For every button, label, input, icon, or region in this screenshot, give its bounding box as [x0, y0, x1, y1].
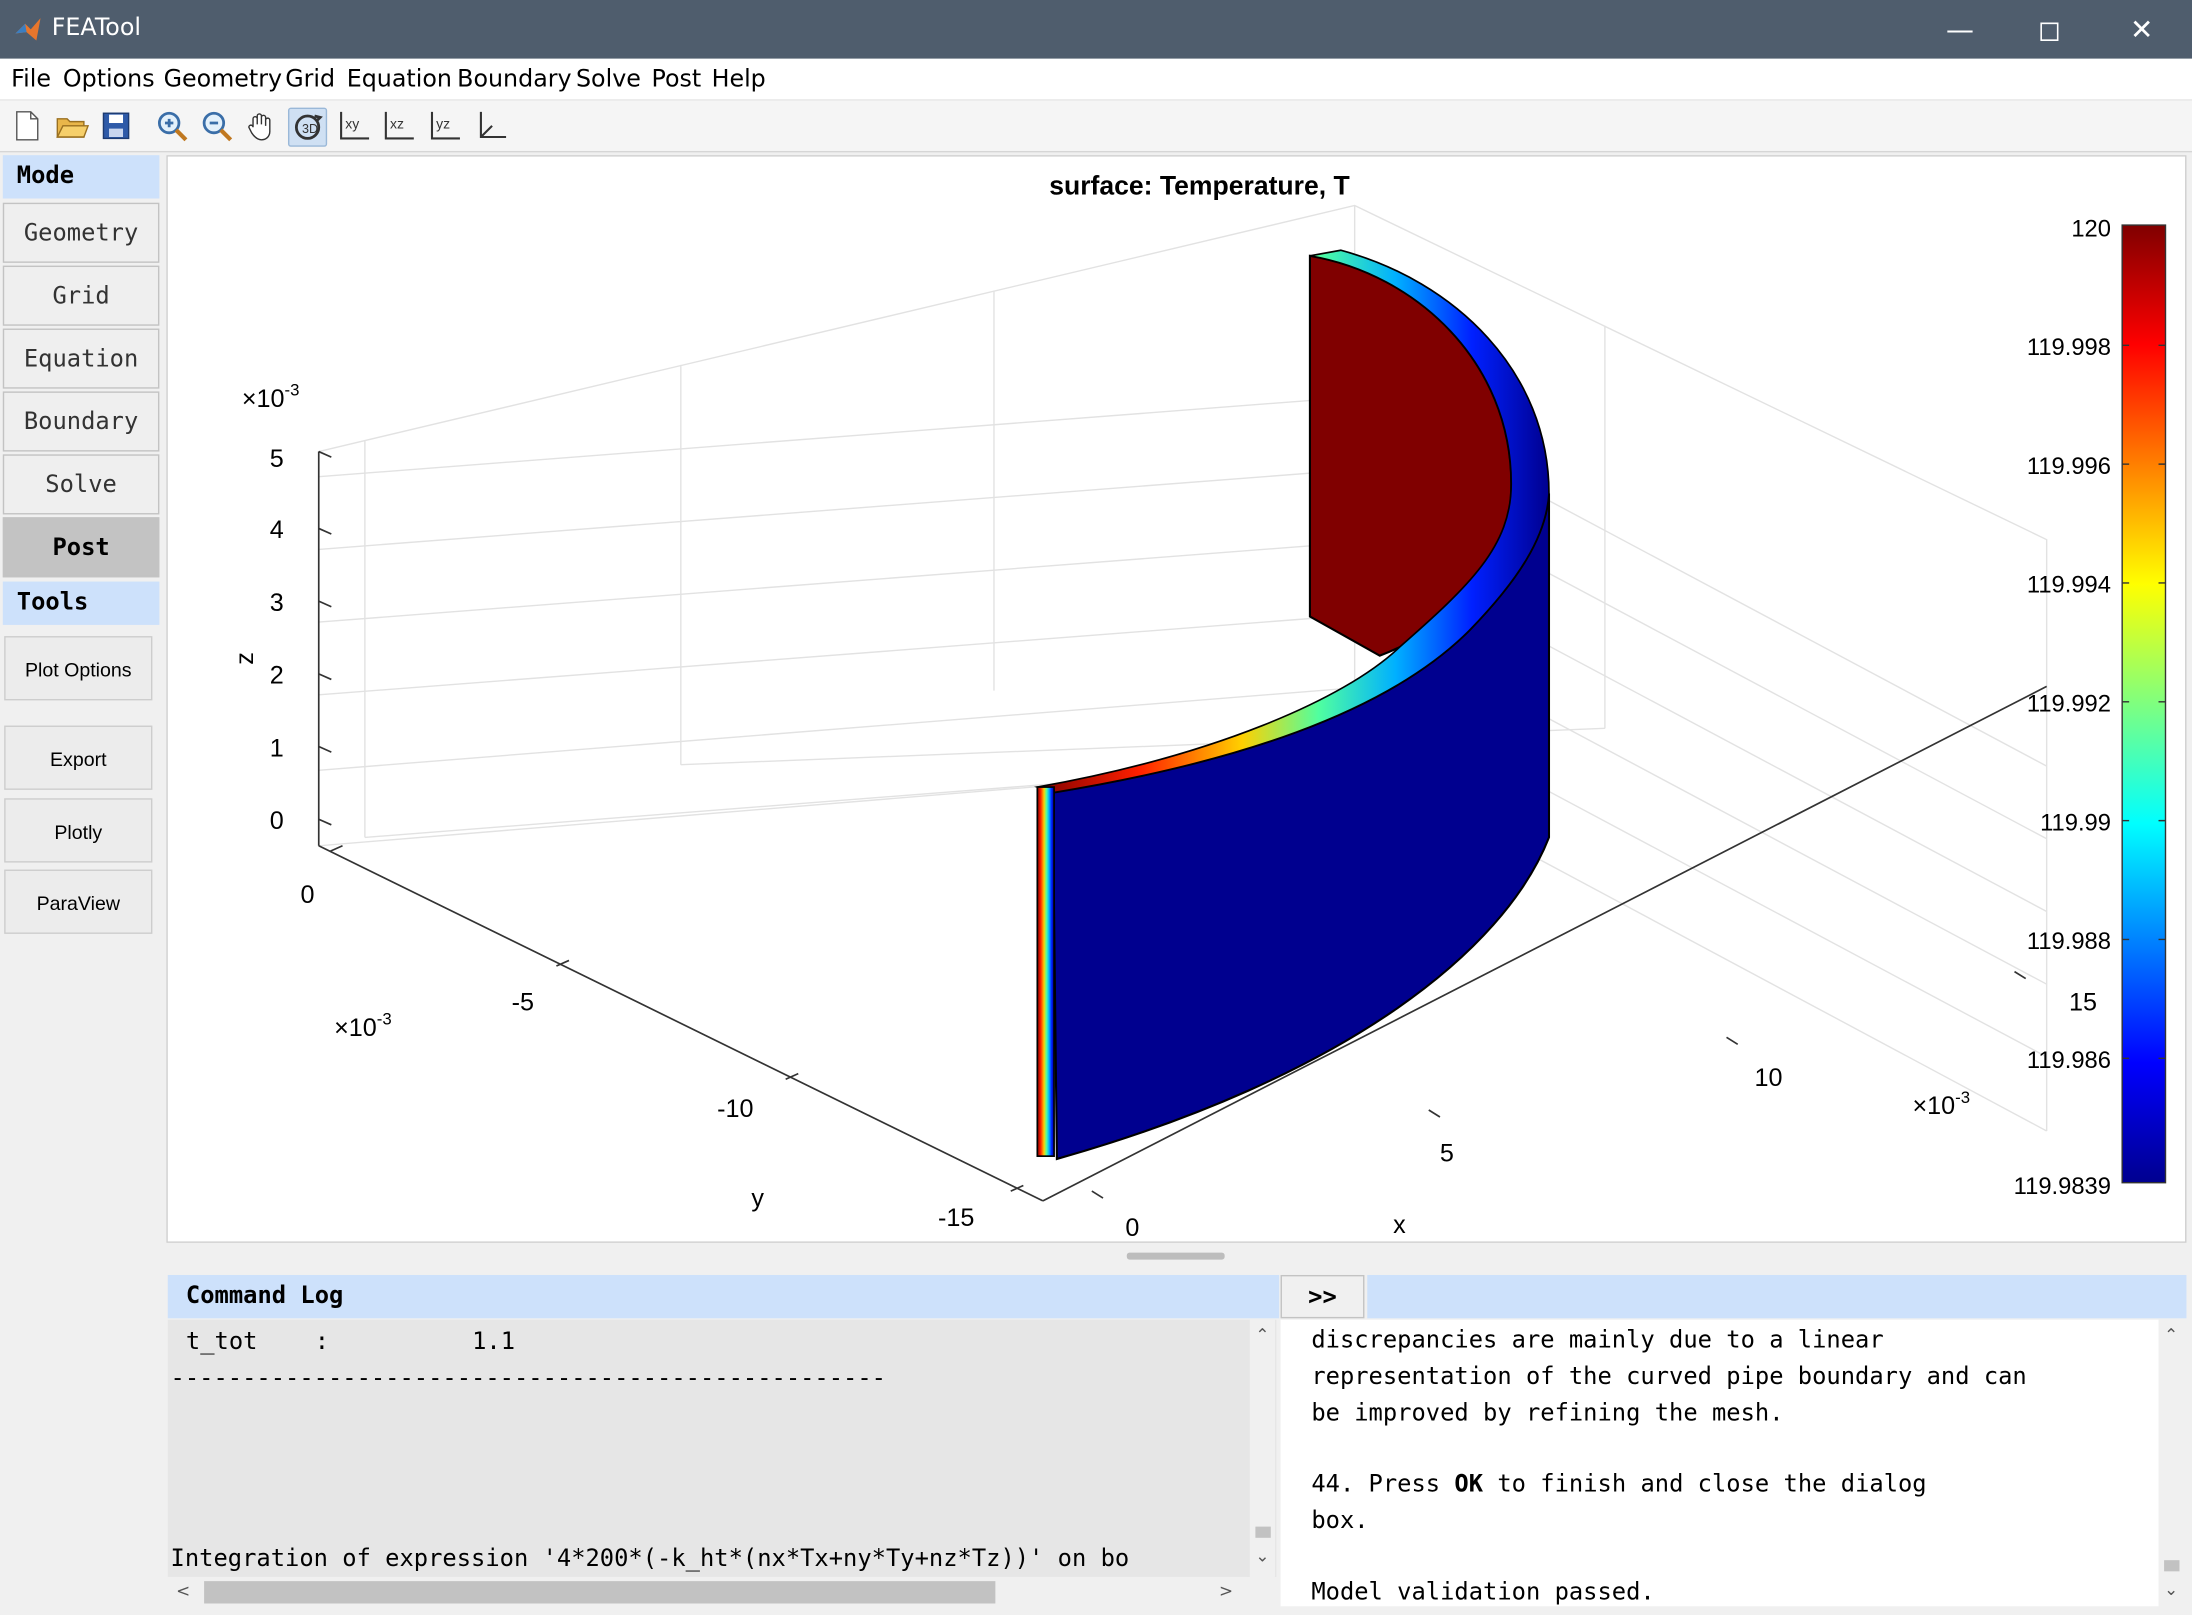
z-tick: 1 — [270, 734, 284, 762]
plot-title: surface: Temperature, T — [1049, 170, 1349, 200]
mode-solve-button[interactable]: Solve — [2, 454, 160, 515]
open-folder-icon[interactable] — [53, 108, 90, 144]
help-header — [1367, 1274, 2187, 1319]
view-xy-icon[interactable]: xy — [336, 108, 372, 144]
y-tick: -5 — [512, 989, 534, 1017]
y-tick: -10 — [717, 1095, 753, 1123]
plot-options-button[interactable]: Plot Options — [4, 636, 153, 701]
pan-hand-icon[interactable] — [243, 108, 279, 144]
menu-grid[interactable]: Grid — [285, 66, 335, 94]
z-tick: 2 — [270, 662, 284, 690]
help-line: Model validation passed. — [1311, 1578, 1655, 1607]
x-tick: 0 — [1125, 1214, 1139, 1242]
zoom-in-icon[interactable] — [154, 108, 190, 144]
log-vertical-scrollbar[interactable]: ⌃ ⌄ — [1249, 1319, 1275, 1577]
z-tick: 5 — [270, 445, 284, 473]
view-yz-icon[interactable]: yz — [426, 108, 462, 144]
menu-solve[interactable]: Solve — [576, 66, 641, 94]
title-bar: FEATool — ◻ ✕ — [0, 0, 2192, 59]
toolbar: 3D xy xz yz — [0, 100, 2192, 153]
y-exponent: ×10-3 — [334, 1010, 392, 1042]
minimize-button[interactable]: — — [1917, 0, 2004, 59]
help-line: be improved by refining the mesh. — [1311, 1399, 1784, 1428]
new-file-icon[interactable] — [8, 108, 44, 144]
x-tick: 10 — [1754, 1064, 1782, 1092]
y-axis-label: y — [751, 1184, 764, 1212]
colorbar-tick-label: 119.992 — [2027, 691, 2111, 718]
x-axis-label: x — [1393, 1211, 1406, 1239]
mode-grid-button[interactable]: Grid — [2, 265, 160, 326]
view-xz-icon[interactable]: xz — [380, 108, 416, 144]
colorbar — [2121, 224, 2167, 1184]
temperature-surface-plot[interactable]: surface: Temperature, T 5 4 3 2 1 0 z ×1… — [168, 157, 2185, 1242]
menu-file[interactable]: File — [11, 66, 51, 94]
colorbar-tick-label: 119.988 — [2027, 928, 2111, 955]
zoom-out-icon[interactable] — [199, 108, 235, 144]
colorbar-tick-label: 119.986 — [2027, 1047, 2111, 1074]
log-line: Integration of expression '4*200*(-k_ht*… — [170, 1544, 1130, 1573]
menu-equation[interactable]: Equation — [347, 66, 452, 94]
x-tick: 5 — [1440, 1140, 1454, 1168]
rotate-3d-icon[interactable]: 3D — [287, 107, 328, 147]
x-exponent: ×10-3 — [1912, 1088, 1970, 1120]
help-line-step44: 44. Press OK to finish and close the dia… — [1311, 1470, 1927, 1499]
save-icon[interactable] — [98, 108, 134, 144]
svg-text:xz: xz — [390, 116, 404, 132]
log-horizontal-scrollbar[interactable]: < > — [167, 1576, 1248, 1608]
view-3d-icon[interactable] — [473, 108, 509, 144]
plot-area[interactable]: surface: Temperature, T 5 4 3 2 1 0 z ×1… — [166, 155, 2187, 1243]
z-tick: 0 — [270, 807, 284, 835]
menu-boundary[interactable]: Boundary — [457, 66, 571, 94]
mode-header: Mode — [2, 155, 160, 199]
mode-equation-button[interactable]: Equation — [2, 328, 160, 389]
command-log-header: Command Log — [167, 1274, 1280, 1319]
menu-bar: File Options Geometry Grid Equation Boun… — [0, 58, 2192, 101]
log-line: ----------------------------------------… — [170, 1364, 886, 1393]
help-line: representation of the curved pipe bounda… — [1311, 1363, 2027, 1392]
help-vertical-scrollbar[interactable]: ⌃ ⌄ — [2158, 1319, 2184, 1607]
colorbar-tick-label: 119.996 — [2027, 453, 2111, 480]
mode-geometry-button[interactable]: Geometry — [2, 202, 160, 263]
help-line: box. — [1311, 1507, 1369, 1536]
help-line: discrepancies are mainly due to a linear — [1311, 1326, 1884, 1355]
close-button[interactable]: ✕ — [2098, 0, 2185, 59]
z-axis-label: z — [231, 652, 259, 665]
matlab-logo-icon — [15, 18, 41, 41]
svg-text:xy: xy — [345, 116, 359, 132]
colorbar-tick-label: 119.99 — [2040, 809, 2111, 836]
maximize-button[interactable]: ◻ — [2006, 0, 2093, 59]
help-text-pane: discrepancies are mainly due to a linear… — [1280, 1319, 2159, 1607]
svg-text:3D: 3D — [302, 122, 318, 136]
colorbar-tick-label: 119.9839 — [2014, 1173, 2111, 1200]
y-tick: -15 — [938, 1204, 974, 1232]
panel-splitter[interactable] — [166, 1247, 2187, 1264]
z-exponent: ×10-3 — [242, 381, 300, 413]
mode-boundary-button[interactable]: Boundary — [2, 391, 160, 452]
colorbar-tick-label: 119.998 — [2027, 334, 2111, 361]
colorbar-tick-label: 119.994 — [2027, 572, 2111, 599]
log-line: t_tot : 1.1 — [185, 1328, 516, 1357]
menu-geometry[interactable]: Geometry — [164, 66, 283, 94]
pipe-section-surface — [1034, 249, 1551, 1161]
menu-help[interactable]: Help — [712, 66, 766, 94]
svg-text:yz: yz — [436, 116, 450, 132]
mode-post-button[interactable]: Post — [2, 517, 160, 578]
menu-post[interactable]: Post — [651, 66, 701, 94]
x-tick: 15 — [2069, 989, 2097, 1017]
y-tick: 0 — [301, 881, 315, 909]
menu-options[interactable]: Options — [63, 66, 155, 94]
command-log[interactable]: t_tot : 1.1 ----------------------------… — [167, 1319, 1277, 1577]
z-tick: 4 — [270, 516, 284, 544]
paraview-button[interactable]: ParaView — [4, 869, 153, 934]
toggle-help-button[interactable]: >> — [1280, 1274, 1365, 1319]
export-button[interactable]: Export — [4, 725, 153, 790]
colorbar-tick-label: 120 — [2071, 215, 2111, 242]
z-tick: 3 — [270, 589, 284, 617]
plotly-button[interactable]: Plotly — [4, 798, 153, 863]
tools-header: Tools — [2, 581, 160, 625]
window-title: FEATool — [51, 13, 142, 42]
